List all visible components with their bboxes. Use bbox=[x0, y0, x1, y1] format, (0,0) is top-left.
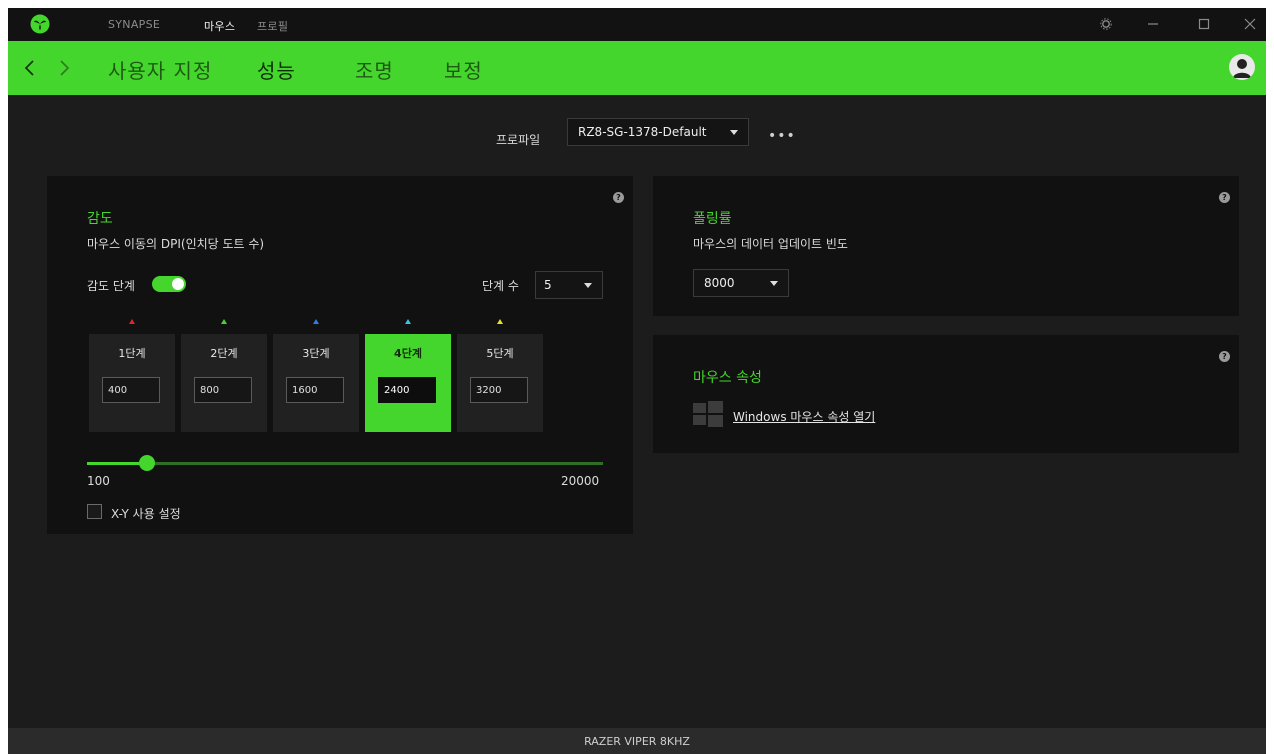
stage-label: 4단계 bbox=[394, 347, 422, 360]
stage-color-indicator bbox=[497, 319, 503, 324]
help-icon[interactable]: ? bbox=[613, 192, 624, 203]
mouse-properties-panel: ? 마우스 속성 Windows 마우스 속성 열기 bbox=[653, 335, 1239, 453]
title-bar: SYNAPSE 마우스 프로필 bbox=[8, 8, 1266, 41]
stage-card[interactable]: 1단계 400 bbox=[89, 334, 175, 432]
subtab-customize[interactable]: 사용자 지정 bbox=[108, 55, 212, 84]
stage-dpi-input[interactable]: 400 bbox=[102, 377, 160, 403]
synapse-window: SYNAPSE 마우스 프로필 사용자 지정 성능 조명 보정 프로파일 RZ8… bbox=[8, 8, 1266, 754]
chevron-down-icon bbox=[770, 281, 778, 286]
stage-card[interactable]: 3단계 1600 bbox=[273, 334, 359, 432]
polling-title: 폴링률 bbox=[693, 211, 732, 227]
sensitivity-stages-toggle[interactable] bbox=[152, 276, 186, 292]
more-options-button[interactable]: ••• bbox=[768, 128, 796, 144]
stage-label: 5단계 bbox=[486, 347, 514, 360]
avatar-icon[interactable] bbox=[1229, 54, 1255, 80]
top-tab-synapse[interactable]: SYNAPSE bbox=[108, 18, 160, 31]
stage-card[interactable]: 2단계 800 bbox=[181, 334, 267, 432]
stage-count-select[interactable]: 5 bbox=[535, 271, 603, 299]
polling-subtitle: 마우스의 데이터 업데이트 빈도 bbox=[693, 237, 848, 251]
stage-card[interactable]: 5단계 3200 bbox=[457, 334, 543, 432]
sensitivity-subtitle: 마우스 이동의 DPI(인치당 도트 수) bbox=[87, 237, 265, 251]
maximize-icon[interactable] bbox=[1195, 15, 1213, 33]
profile-select-value: RZ8-SG-1378-Default bbox=[578, 125, 707, 139]
back-arrow-icon[interactable] bbox=[22, 57, 38, 79]
stage-label: 1단계 bbox=[118, 347, 146, 360]
stage-count-value: 5 bbox=[544, 278, 552, 292]
xy-label: X-Y 사용 설정 bbox=[111, 507, 181, 521]
chevron-down-icon bbox=[730, 130, 738, 135]
toggle-knob bbox=[172, 278, 184, 290]
dpi-slider-thumb[interactable] bbox=[138, 455, 155, 471]
stage-dpi-input[interactable]: 2400 bbox=[378, 377, 436, 403]
stage-dpi-input[interactable]: 3200 bbox=[470, 377, 528, 403]
stage-color-indicator bbox=[313, 319, 319, 324]
subtab-performance[interactable]: 성능 bbox=[257, 55, 296, 84]
sub-nav-bar: 사용자 지정 성능 조명 보정 bbox=[8, 41, 1266, 95]
stage-dpi-input[interactable]: 1600 bbox=[286, 377, 344, 403]
dpi-min-label: 100 bbox=[87, 474, 110, 488]
profile-label: 프로파일 bbox=[496, 133, 541, 147]
stage-color-indicator bbox=[405, 319, 411, 324]
stage-card-active[interactable]: 4단계 2400 bbox=[365, 334, 451, 432]
sensitivity-stages-label: 감도 단계 bbox=[87, 279, 135, 293]
forward-arrow-icon[interactable] bbox=[56, 57, 72, 79]
top-tab-profile[interactable]: 프로필 bbox=[257, 18, 288, 34]
stage-count-label: 단계 수 bbox=[482, 279, 519, 293]
windows-logo-icon bbox=[693, 401, 723, 427]
sensitivity-title: 감도 bbox=[87, 211, 113, 227]
xy-checkbox[interactable] bbox=[87, 504, 102, 519]
stage-dpi-input[interactable]: 800 bbox=[194, 377, 252, 403]
top-tab-mouse[interactable]: 마우스 bbox=[204, 18, 235, 34]
help-icon[interactable]: ? bbox=[1219, 351, 1230, 362]
dpi-slider-fill bbox=[87, 462, 147, 465]
dpi-max-label: 20000 bbox=[561, 474, 600, 488]
chevron-down-icon bbox=[584, 283, 592, 288]
device-footer: RAZER VIPER 8KHZ bbox=[8, 728, 1266, 754]
dpi-slider[interactable] bbox=[87, 455, 603, 471]
stage-label: 3단계 bbox=[302, 347, 330, 360]
profile-select[interactable]: RZ8-SG-1378-Default bbox=[567, 118, 749, 146]
close-icon[interactable] bbox=[1241, 15, 1259, 33]
settings-icon[interactable] bbox=[1097, 15, 1115, 33]
minimize-icon[interactable] bbox=[1144, 15, 1162, 33]
windows-mouse-properties-link[interactable]: Windows 마우스 속성 열기 bbox=[733, 408, 875, 425]
sensitivity-panel: ? 감도 마우스 이동의 DPI(인치당 도트 수) 감도 단계 단계 수 5 … bbox=[47, 176, 633, 534]
polling-rate-value: 8000 bbox=[704, 276, 735, 290]
stage-label: 2단계 bbox=[210, 347, 238, 360]
polling-rate-panel: ? 폴링률 마우스의 데이터 업데이트 빈도 8000 bbox=[653, 176, 1239, 316]
polling-rate-select[interactable]: 8000 bbox=[693, 269, 789, 297]
subtab-lighting[interactable]: 조명 bbox=[355, 55, 394, 84]
stage-color-indicator bbox=[221, 319, 227, 324]
help-icon[interactable]: ? bbox=[1219, 192, 1230, 203]
subtab-calibration[interactable]: 보정 bbox=[444, 55, 483, 84]
mouse-properties-title: 마우스 속성 bbox=[693, 370, 762, 386]
device-name: RAZER VIPER 8KHZ bbox=[584, 734, 690, 748]
stage-color-indicator bbox=[129, 319, 135, 324]
razer-logo-icon[interactable] bbox=[30, 14, 50, 34]
